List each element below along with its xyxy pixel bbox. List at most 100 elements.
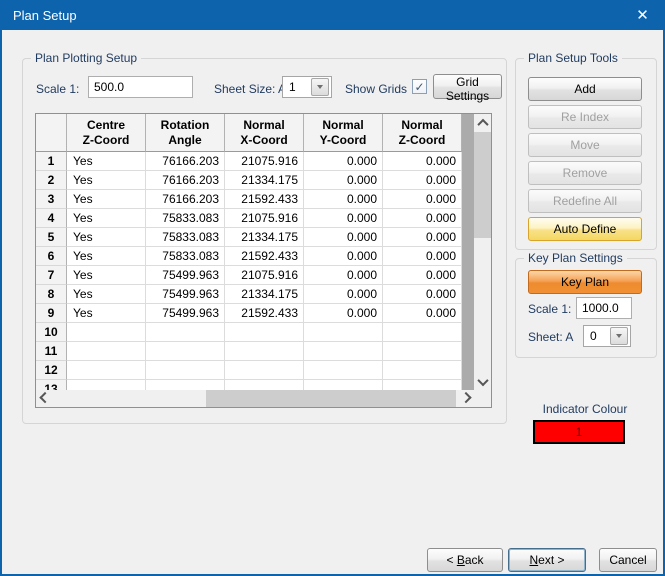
table-cell[interactable]: 0.000 [304, 152, 383, 171]
table-cell[interactable]: 76166.203 [146, 190, 225, 209]
table-cell[interactable]: 21075.916 [225, 209, 304, 228]
scroll-down-button[interactable] [474, 373, 491, 390]
table-cell[interactable]: 0.000 [304, 304, 383, 323]
table-cell[interactable] [304, 361, 383, 380]
remove-button[interactable]: Remove [528, 161, 642, 185]
row-number[interactable]: 10 [36, 323, 67, 342]
row-number[interactable]: 6 [36, 247, 67, 266]
table-cell[interactable]: 21334.175 [225, 285, 304, 304]
table-cell[interactable]: 0.000 [383, 266, 462, 285]
table-cell[interactable]: 21334.175 [225, 171, 304, 190]
sheet-size-select[interactable]: 1 [282, 76, 332, 98]
table-cell[interactable]: 0.000 [304, 247, 383, 266]
table-cell[interactable]: 75833.083 [146, 247, 225, 266]
table-cell[interactable] [383, 380, 462, 390]
table-cell[interactable]: 75499.963 [146, 285, 225, 304]
column-header[interactable]: Rotation Angle [146, 114, 225, 152]
row-number[interactable]: 1 [36, 152, 67, 171]
table-cell[interactable] [225, 361, 304, 380]
table-cell[interactable] [146, 323, 225, 342]
row-number[interactable]: 3 [36, 190, 67, 209]
scale-input[interactable] [88, 76, 193, 98]
table-cell[interactable] [304, 342, 383, 361]
column-header[interactable]: Normal X-Coord [225, 114, 304, 152]
close-icon[interactable]: ✕ [620, 0, 665, 30]
table-cell[interactable]: 0.000 [383, 171, 462, 190]
table-cell[interactable]: 75833.083 [146, 209, 225, 228]
table-cell[interactable] [383, 342, 462, 361]
row-number[interactable]: 4 [36, 209, 67, 228]
table-cell[interactable] [225, 323, 304, 342]
table-cell[interactable]: 75499.963 [146, 304, 225, 323]
table-cell[interactable] [383, 323, 462, 342]
table-cell[interactable] [146, 361, 225, 380]
table-cell[interactable]: 0.000 [304, 228, 383, 247]
table-cell[interactable] [304, 323, 383, 342]
cancel-button[interactable]: Cancel [599, 548, 657, 572]
table-cell[interactable]: 75499.963 [146, 266, 225, 285]
vertical-scrollbar-thumb[interactable] [474, 132, 491, 238]
keyplan-scale-input[interactable] [576, 297, 632, 319]
grid-settings-button[interactable]: Grid Settings [433, 74, 502, 99]
table-cell[interactable]: Yes [67, 209, 146, 228]
horizontal-scrollbar[interactable] [36, 390, 474, 407]
column-header[interactable]: Centre Z-Coord [67, 114, 146, 152]
sheet-size-dropdown-button[interactable] [311, 78, 329, 96]
table-cell[interactable] [304, 380, 383, 390]
table-cell[interactable]: 75833.083 [146, 228, 225, 247]
row-number[interactable]: 13 [36, 380, 67, 390]
table-cell[interactable]: 21334.175 [225, 228, 304, 247]
auto-define-button[interactable]: Auto Define [528, 217, 642, 241]
column-header[interactable]: Normal Y-Coord [304, 114, 383, 152]
table-cell[interactable]: Yes [67, 304, 146, 323]
keyplan-sheet-dropdown-button[interactable] [610, 327, 628, 345]
table-cell[interactable]: 0.000 [383, 152, 462, 171]
table-cell[interactable] [146, 380, 225, 390]
table-cell[interactable]: 21075.916 [225, 152, 304, 171]
keyplan-sheet-select[interactable]: 0 [583, 325, 631, 347]
re-index-button[interactable]: Re Index [528, 105, 642, 129]
table-cell[interactable]: Yes [67, 152, 146, 171]
row-number[interactable]: 7 [36, 266, 67, 285]
grid-corner-cell[interactable] [36, 114, 67, 152]
table-cell[interactable]: 0.000 [304, 266, 383, 285]
row-number[interactable]: 2 [36, 171, 67, 190]
table-cell[interactable] [225, 380, 304, 390]
table-cell[interactable]: 0.000 [304, 209, 383, 228]
table-cell[interactable]: Yes [67, 228, 146, 247]
table-cell[interactable]: Yes [67, 171, 146, 190]
table-cell[interactable]: Yes [67, 266, 146, 285]
column-header[interactable]: Normal Z-Coord [383, 114, 462, 152]
title-bar[interactable]: Plan Setup ✕ [0, 0, 665, 30]
table-cell[interactable]: 76166.203 [146, 171, 225, 190]
table-cell[interactable] [67, 323, 146, 342]
table-cell[interactable]: 0.000 [304, 285, 383, 304]
table-cell[interactable]: 0.000 [304, 190, 383, 209]
scroll-up-button[interactable] [474, 114, 491, 131]
table-cell[interactable] [383, 361, 462, 380]
table-cell[interactable]: Yes [67, 247, 146, 266]
table-cell[interactable] [67, 342, 146, 361]
scroll-right-button[interactable] [457, 390, 474, 407]
row-number[interactable]: 8 [36, 285, 67, 304]
indicator-colour-swatch[interactable]: 1 [533, 420, 625, 444]
table-cell[interactable]: 0.000 [383, 209, 462, 228]
table-cell[interactable]: 0.000 [383, 247, 462, 266]
vertical-scrollbar[interactable] [474, 114, 491, 390]
row-number[interactable]: 5 [36, 228, 67, 247]
row-number[interactable]: 9 [36, 304, 67, 323]
table-cell[interactable]: 0.000 [383, 304, 462, 323]
row-number[interactable]: 11 [36, 342, 67, 361]
horizontal-scrollbar-thumb[interactable] [206, 390, 456, 407]
table-cell[interactable]: 21592.433 [225, 190, 304, 209]
table-cell[interactable]: 0.000 [383, 190, 462, 209]
table-cell[interactable] [67, 380, 146, 390]
key-plan-button[interactable]: Key Plan [528, 270, 642, 294]
table-cell[interactable]: 21592.433 [225, 247, 304, 266]
add-button[interactable]: Add [528, 77, 642, 101]
row-number[interactable]: 12 [36, 361, 67, 380]
table-cell[interactable]: Yes [67, 285, 146, 304]
scroll-left-button[interactable] [36, 390, 53, 407]
table-cell[interactable]: Yes [67, 190, 146, 209]
table-cell[interactable]: 0.000 [383, 228, 462, 247]
